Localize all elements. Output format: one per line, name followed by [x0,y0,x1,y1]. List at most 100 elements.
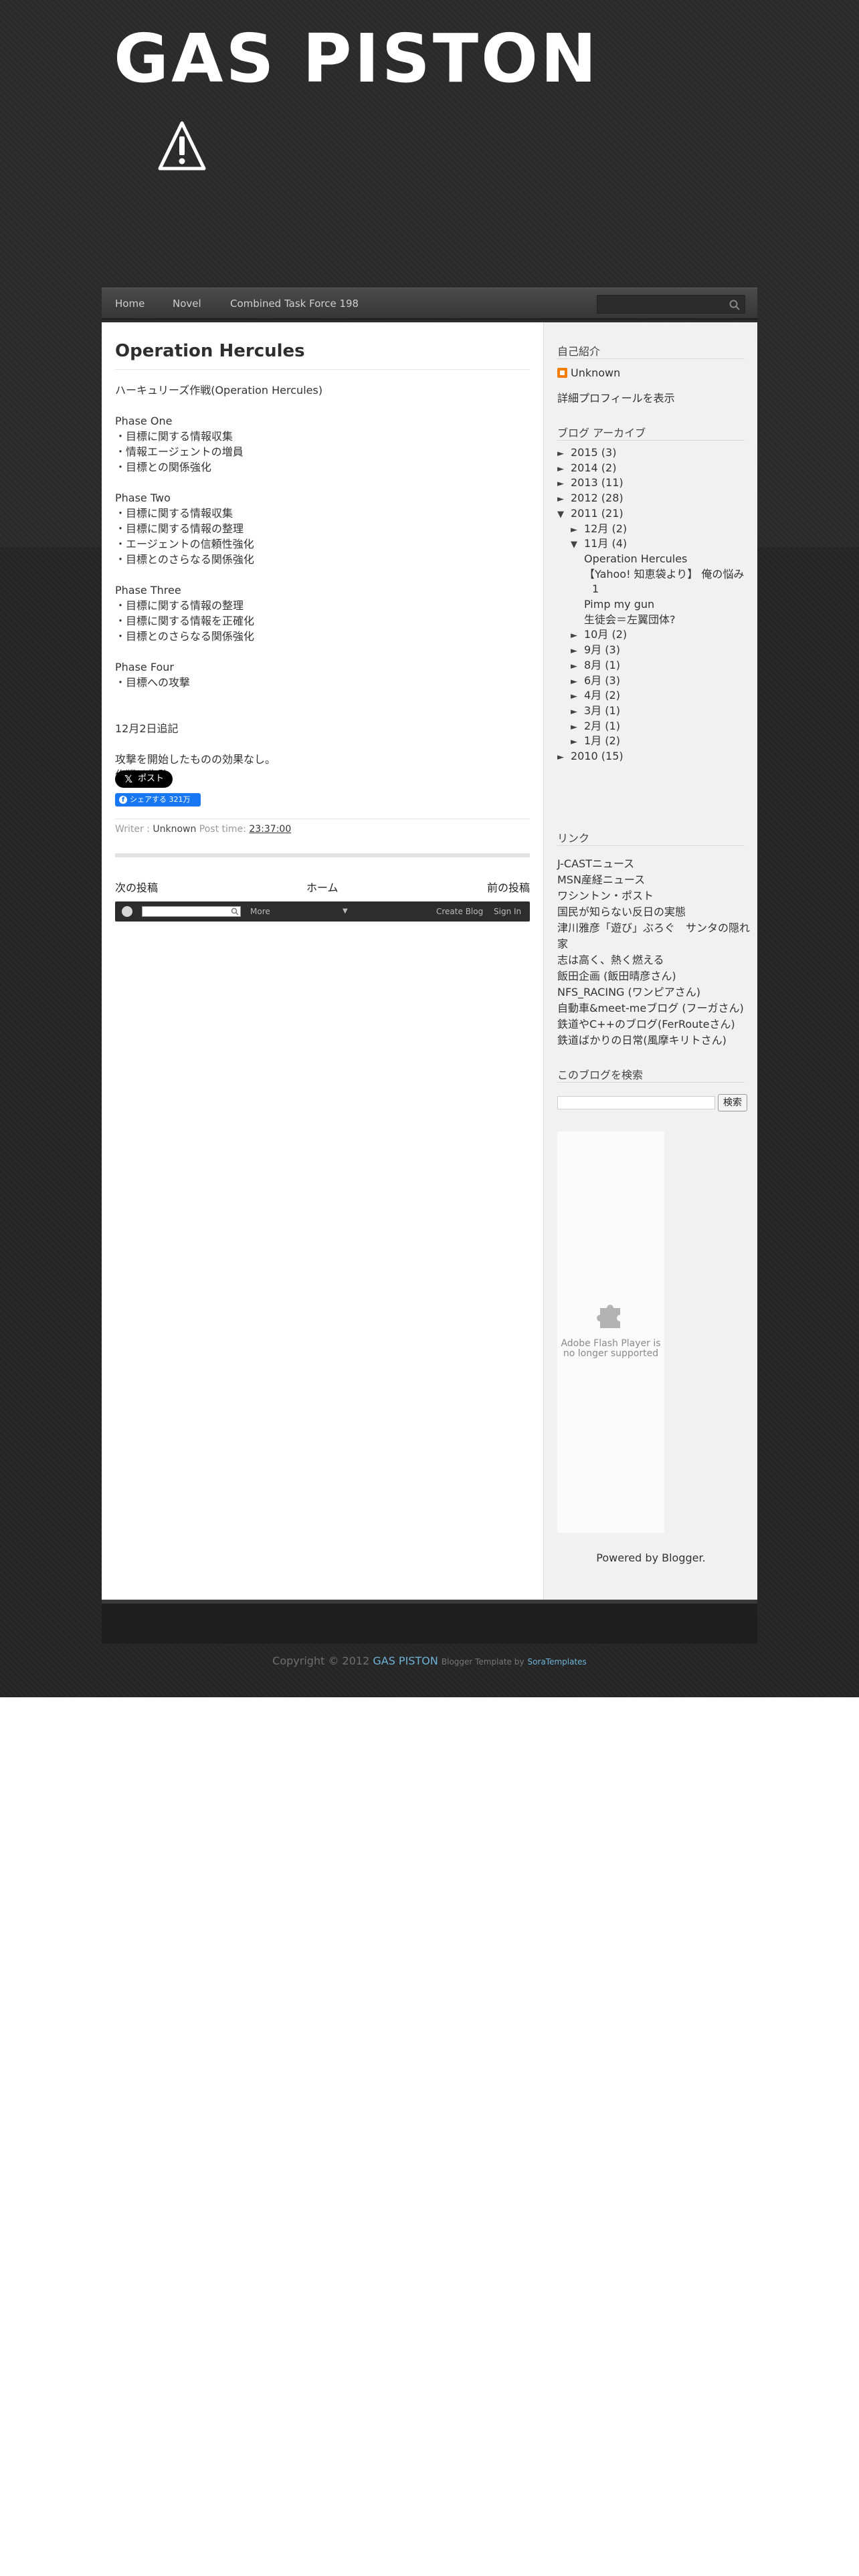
search-icon[interactable] [231,907,239,916]
facebook-share-button[interactable]: f シェアする 321万 [115,793,201,807]
older-post-link[interactable]: 前の投稿 [487,879,530,895]
archive-label[interactable]: 3月 (1) [584,704,620,717]
sidebar-link[interactable]: 津川雅彦「遊び」ぶろぐ サンタの隠れ家 [557,920,751,952]
profile-name[interactable]: Unknown [571,366,620,379]
archive-post-link[interactable]: 【Yahoo! 知恵袋より】 俺の悩み [584,567,744,582]
expand-right-icon[interactable]: ► [571,659,584,674]
archive-label[interactable]: 生徒会＝左翼団体? [584,613,676,626]
sidebar-link[interactable]: J-CASTニュース [557,856,751,872]
archive-item[interactable]: ► 2月 (1) [571,719,620,734]
post-author[interactable]: Unknown [153,824,196,835]
archive-label[interactable]: 2013 (11) [571,476,624,489]
post-title[interactable]: Operation Hercules [115,341,305,361]
footer-site-link[interactable]: GAS PISTON [373,1654,438,1667]
expand-right-icon[interactable]: ► [557,750,571,765]
archive-post-link[interactable]: Pimp my gun [584,597,654,612]
nav-item-combined-task-force[interactable]: Combined Task Force 198 [230,288,359,319]
expand-down-icon[interactable]: ▼ [571,538,584,552]
archive-label[interactable]: 【Yahoo! 知恵袋より】 俺の悩み [584,568,744,580]
archive-item[interactable]: ▼ 11月 (4) [571,536,627,551]
expand-right-icon[interactable]: ► [571,523,584,538]
expand-right-icon[interactable]: ► [557,492,571,507]
archive-label[interactable]: 2014 (2) [571,461,616,474]
archive-post-link[interactable]: Operation Hercules [584,552,687,566]
archive-item[interactable]: ► 8月 (1) [571,658,620,673]
archive-label[interactable]: 2012 (28) [571,492,624,504]
archive-label[interactable]: 1 [592,582,599,595]
archive-label[interactable]: Pimp my gun [584,598,654,611]
home-link[interactable]: ホーム [306,879,339,895]
chevron-down-icon[interactable]: ▼ [343,901,348,922]
expand-right-icon[interactable]: ► [571,644,584,659]
search-icon[interactable] [729,299,741,311]
archive-label[interactable]: 10月 (2) [584,628,627,641]
sidebar-link[interactable]: 飯田企画 (飯田晴彦さん) [557,968,751,984]
expand-right-icon[interactable]: ► [557,462,571,477]
archive-label[interactable]: 11月 (4) [584,537,627,550]
archive-label[interactable]: 2011 (21) [571,507,624,520]
archive-post-link[interactable]: 1 [592,582,599,597]
archive-label[interactable]: 8月 (1) [584,659,620,671]
warning-icon [158,121,206,171]
view-full-profile-link[interactable]: 詳細プロフィールを表示 [557,389,675,405]
post-text-line: ・目標とのさらなる関係強化 [115,630,254,643]
expand-right-icon[interactable]: ► [571,629,584,643]
archive-item[interactable]: ► 12月 (2) [571,522,627,536]
sidebar-link[interactable]: 自動車&meet-meブログ (フーガさん) [557,1000,751,1016]
archive-item[interactable]: ► 9月 (3) [571,643,620,657]
archive-label[interactable]: Operation Hercules [584,552,687,565]
search-button[interactable]: 検索 [718,1094,747,1111]
expand-down-icon[interactable]: ▼ [557,508,571,522]
archive-item[interactable]: ► 4月 (2) [571,688,620,703]
archive-item[interactable]: ► 6月 (3) [571,673,620,688]
sidebar-link[interactable]: MSN産経ニュース [557,872,751,888]
newer-post-link[interactable]: 次の投稿 [115,879,158,895]
archive-item[interactable]: ► 2010 (15) [557,749,624,764]
expand-right-icon[interactable]: ► [571,675,584,689]
nav-item-home[interactable]: Home [115,288,145,319]
archive-item[interactable]: ► 10月 (2) [571,627,627,642]
archive-label[interactable]: 1月 (2) [584,734,620,747]
soratemplates-link[interactable]: SoraTemplates [528,1657,587,1667]
archive-post-link[interactable]: 生徒会＝左翼団体? [584,613,676,627]
blogger-search-input[interactable] [142,906,241,917]
create-blog-link[interactable]: Create Blog [436,901,483,922]
archive-item[interactable]: ► 1月 (2) [571,734,620,748]
archive-item[interactable]: ► 3月 (1) [571,704,620,718]
more-menu[interactable]: More [250,901,270,922]
sidebar-link[interactable]: ワシントン・ポスト [557,888,751,904]
nav-search-input[interactable] [597,295,745,314]
expand-right-icon[interactable]: ► [571,735,584,750]
archive-label[interactable]: 2010 (15) [571,750,624,762]
sidebar-link[interactable]: 鉄道やC++のブログ(FerRouteさん) [557,1016,751,1033]
sidebar-link[interactable]: NFS_RACING (ワンピアさん) [557,984,751,1000]
post-time[interactable]: 23:37:00 [249,824,291,835]
archive-item[interactable]: ► 2015 (3) [557,445,616,460]
expand-right-icon[interactable]: ► [571,720,584,735]
archive-item[interactable]: ► 2013 (11) [557,475,624,490]
sidebar-link[interactable]: 志は高く、熱く燃える [557,952,751,968]
archive-label[interactable]: 9月 (3) [584,643,620,656]
archive-item[interactable]: ► 2014 (2) [557,461,616,475]
archive-label[interactable]: 12月 (2) [584,522,627,535]
powered-by-blogger-link[interactable]: Powered by Blogger. [557,1551,745,1564]
links-heading: リンク [557,832,590,845]
tweet-button[interactable]: 𝕏 ポスト [115,770,173,788]
site-title[interactable]: GAS PISTON [114,25,599,92]
sidebar-link[interactable]: 国民が知らない反日の実態 [557,904,751,920]
sign-in-link[interactable]: Sign In [494,901,521,922]
expand-right-icon[interactable]: ► [557,477,571,492]
blogger-logo-icon[interactable] [122,906,132,917]
nav-item-novel[interactable]: Novel [173,288,201,319]
archive-label[interactable]: 4月 (2) [584,689,620,702]
expand-right-icon[interactable]: ► [571,689,584,704]
blog-search-input[interactable] [557,1096,715,1109]
expand-right-icon[interactable]: ► [571,705,584,720]
archive-label[interactable]: 2月 (1) [584,720,620,732]
sidebar-link[interactable]: 鉄道ばかりの日常(風摩キリトさん) [557,1033,751,1049]
archive-item[interactable]: ► 2012 (28) [557,491,624,506]
archive-item[interactable]: ▼ 2011 (21) [557,506,624,521]
expand-right-icon[interactable]: ► [557,447,571,461]
archive-label[interactable]: 6月 (3) [584,674,620,687]
archive-label[interactable]: 2015 (3) [571,446,616,459]
